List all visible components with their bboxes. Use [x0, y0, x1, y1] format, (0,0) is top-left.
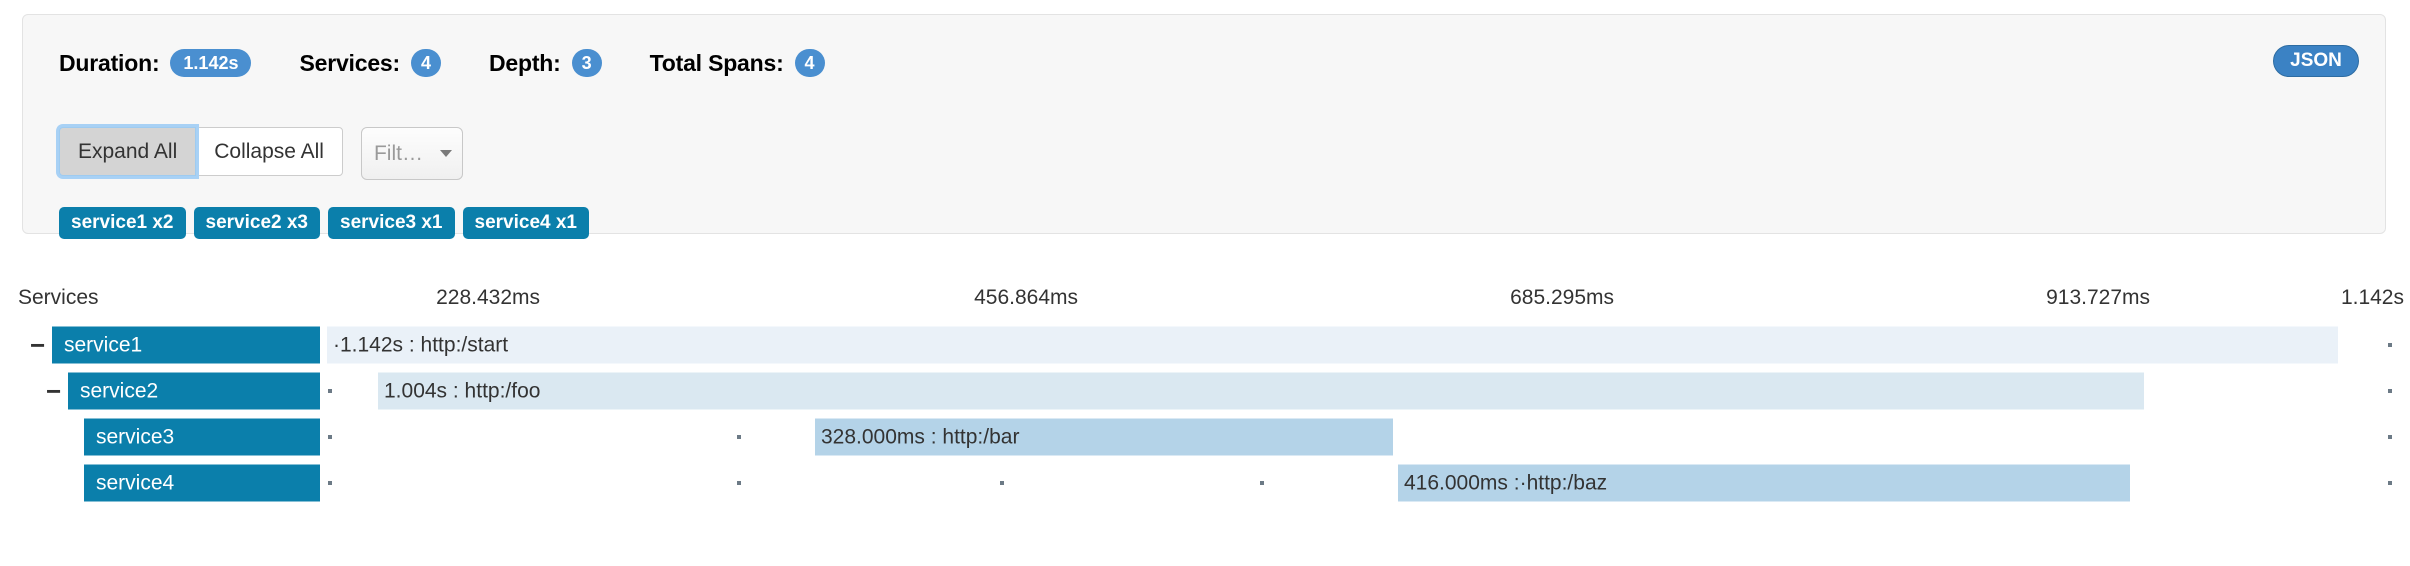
summary-stat-label: Services:	[299, 49, 400, 76]
span-bar[interactable]: 328.000ms : http:/bar	[815, 418, 1393, 456]
span-row[interactable]: service3 328.000ms : http:/bar	[0, 414, 2410, 460]
trace-timeline: Services 228.432ms 456.864ms 685.295ms 913.…	[0, 280, 2410, 506]
timeline-grid-dot	[2388, 435, 2392, 439]
span-rows: − service1·1.142s : http:/start − service2 1…	[0, 322, 2410, 506]
services-column-header: Services	[18, 286, 99, 309]
trace-summary-panel: Duration: 1.142s Services: 4 Depth: 3 Total Sp…	[22, 14, 2386, 239]
span-bar-label: 1.004s : http:/foo	[384, 379, 541, 402]
span-bar-label: 416.000ms :·http:/baz	[1404, 471, 1608, 494]
summary-stat-badge: 1.142s	[170, 49, 252, 77]
summary-stat-label: Depth:	[489, 49, 561, 76]
json-button[interactable]: JSON	[2273, 45, 2359, 77]
controls-row: Expand All Collapse All Filt…	[59, 127, 463, 180]
service-tag[interactable]: service2 x3	[193, 207, 320, 239]
span-row[interactable]: service4 416.000ms :·http:/baz	[0, 460, 2410, 506]
collapse-toggle-icon[interactable]: −	[46, 378, 61, 404]
expand-all-button[interactable]: Expand All	[59, 127, 197, 176]
span-service-label[interactable]: service4	[84, 464, 320, 502]
span-bar-label: 328.000ms : http:/bar	[821, 425, 1020, 448]
filter-services-placeholder: Filt…	[373, 141, 423, 165]
span-bar[interactable]: 1.004s : http:/foo	[378, 372, 2144, 410]
timeline-tick-label: 685.295ms	[1510, 286, 1614, 309]
timeline-tick-label: 1.142s	[2340, 286, 2404, 309]
timeline-header: Services 228.432ms 456.864ms 685.295ms 913.…	[0, 280, 2410, 322]
summary-stat: Duration: 1.142s	[59, 49, 252, 77]
timeline-grid-dot	[2388, 343, 2392, 347]
span-row[interactable]: − service2 1.004s : http:/foo	[0, 368, 2410, 414]
span-bar-label: ·1.142s : http:/start	[333, 333, 509, 356]
timeline-tick-label: 228.432ms	[436, 286, 540, 309]
service-tags-row: service1 x2 service2 x3 service3 x1 service…	[59, 207, 597, 239]
summary-stat: Total Spans: 4	[650, 49, 825, 77]
span-service-label[interactable]: service1	[52, 326, 320, 364]
collapse-all-button[interactable]: Collapse All	[195, 127, 343, 176]
timeline-grid-dot	[737, 481, 741, 485]
span-service-label[interactable]: service3	[84, 418, 320, 456]
filter-services-select[interactable]: Filt…	[360, 127, 463, 180]
collapse-toggle-icon[interactable]: −	[30, 332, 45, 358]
service-tag[interactable]: service1 x2	[59, 207, 186, 239]
summary-stat: Services: 4	[299, 49, 441, 77]
summary-stats-row: Duration: 1.142s Services: 4 Depth: 3 Total Sp…	[59, 43, 873, 83]
timeline-grid-dot	[328, 389, 332, 393]
timeline-grid-dot	[737, 435, 741, 439]
timeline-grid-dot	[328, 481, 332, 485]
timeline-tick-label: 456.864ms	[974, 286, 1078, 309]
timeline-tick-label: 913.727ms	[2046, 286, 2150, 309]
summary-stat: Depth: 3	[489, 49, 602, 77]
chevron-down-icon	[439, 150, 452, 157]
span-bar[interactable]: ·1.142s : http:/start	[327, 326, 2338, 364]
span-bar[interactable]: 416.000ms :·http:/baz	[1398, 464, 2130, 502]
timeline-grid-dot	[328, 435, 332, 439]
timeline-grid-dot	[2388, 389, 2392, 393]
timeline-grid-dot	[2388, 481, 2392, 485]
summary-stat-label: Total Spans:	[649, 49, 784, 76]
timeline-grid-dot	[1000, 481, 1004, 485]
service-tag[interactable]: service3 x1	[328, 207, 455, 239]
summary-stat-badge: 4	[794, 49, 825, 77]
span-service-label[interactable]: service2	[68, 372, 320, 410]
summary-stat-badge: 4	[410, 49, 441, 77]
timeline-grid-dot	[1260, 481, 1264, 485]
service-tag[interactable]: service4 x1	[462, 207, 589, 239]
summary-stat-badge: 3	[571, 49, 602, 77]
summary-stat-label: Duration:	[59, 49, 160, 76]
span-row[interactable]: − service1 ·1.142s : http:/start	[0, 322, 2410, 368]
